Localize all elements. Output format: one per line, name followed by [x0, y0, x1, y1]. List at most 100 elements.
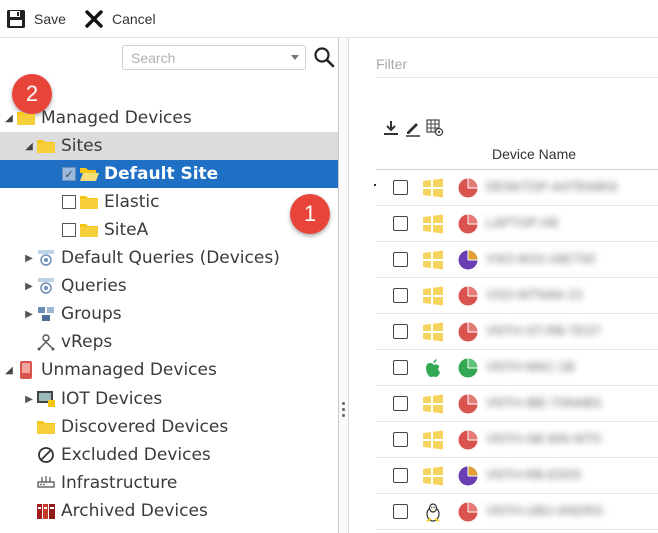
search-input[interactable] — [123, 46, 283, 69]
row-checkbox[interactable] — [393, 468, 408, 483]
device-name-cell[interactable]: VNTH-IBE-T0NABS — [486, 395, 636, 413]
column-settings-icon[interactable] — [426, 119, 444, 137]
tree-node-infrastructure[interactable]: Infrastructure — [0, 469, 338, 497]
tree-label: Sites — [61, 136, 103, 156]
unmanaged-device-icon — [16, 361, 36, 379]
prohibited-icon — [36, 446, 56, 464]
search-icon[interactable] — [313, 46, 335, 68]
device-row[interactable]: DESKTOP-A4TRA9K6 — [374, 170, 658, 206]
expand-arrow-icon[interactable] — [22, 281, 36, 292]
callout-badge-1: 1 — [290, 194, 330, 234]
device-row[interactable]: VNTH-MAC-1B — [376, 350, 658, 386]
query-icon — [36, 277, 56, 295]
search-box[interactable] — [122, 45, 306, 70]
device-row[interactable]: LAPTOP-H8 — [376, 206, 658, 242]
status-pie-icon — [458, 322, 478, 342]
download-icon[interactable] — [382, 119, 400, 137]
device-row[interactable]: VNTH-UBU-ANDRS — [376, 494, 658, 530]
tree-label: Elastic — [104, 192, 160, 212]
tree-node-queries[interactable]: Queries — [0, 272, 338, 300]
floppy-disk-icon — [7, 10, 25, 28]
tree-node-discovered-devices[interactable]: Discovered Devices — [0, 413, 338, 441]
windows-logo-icon — [422, 430, 444, 450]
folder-icon — [36, 418, 56, 436]
collapse-arrow-icon[interactable] — [2, 113, 16, 124]
tree-node-unmanaged-devices[interactable]: Unmanaged Devices — [0, 356, 338, 384]
tree-label: Excluded Devices — [61, 445, 211, 465]
device-row[interactable]: VNTH-IBE-T0NABS — [376, 386, 658, 422]
tree-label: IOT Devices — [61, 389, 163, 409]
device-row[interactable]: VSO-W10-16E7S0 — [376, 242, 658, 278]
cancel-label: Cancel — [112, 11, 156, 27]
pane-splitter[interactable] — [339, 38, 349, 533]
column-header-row: Device Name — [376, 140, 658, 170]
splitter-grip-icon[interactable] — [342, 402, 346, 420]
cancel-button[interactable]: Cancel — [84, 0, 156, 38]
device-name-cell[interactable]: VNTH-ST-RB-TEST — [486, 323, 636, 341]
row-checkbox[interactable] — [393, 504, 408, 519]
device-name-cell[interactable]: VNTH-RB-ED03 — [486, 467, 636, 485]
save-button[interactable]: Save — [6, 0, 66, 38]
tree-node-sitea[interactable]: SiteA — [0, 216, 338, 244]
expand-arrow-icon[interactable] — [22, 309, 36, 320]
status-pie-icon — [458, 250, 478, 270]
navigation-pane: 2 Managed Devices Sites ✓ — [0, 38, 339, 533]
device-name-cell[interactable]: VNTH-SB-WN-WT0 — [486, 431, 636, 449]
expand-arrow-icon[interactable] — [22, 253, 36, 264]
row-checkbox[interactable] — [393, 180, 408, 195]
device-name-cell[interactable]: VNTH-UBU-ANDRS — [486, 503, 636, 521]
row-checkbox[interactable] — [393, 288, 408, 303]
collapse-arrow-icon[interactable] — [2, 365, 16, 376]
folder-icon — [79, 221, 99, 239]
filter-input[interactable] — [376, 50, 658, 78]
row-checkbox[interactable] — [393, 252, 408, 267]
tree-node-default-site[interactable]: ✓ Default Site — [0, 160, 338, 188]
status-pie-icon — [458, 502, 478, 522]
row-marker — [374, 184, 376, 186]
device-name-cell[interactable]: VSO-W10-16E7S0 — [486, 251, 636, 269]
device-row[interactable]: VNTH-SB-WN-WT0 — [376, 422, 658, 458]
tree-node-groups[interactable]: Groups — [0, 300, 338, 328]
device-name-cell[interactable]: VNTH-MAC-1B — [486, 359, 636, 377]
search-dropdown-icon[interactable] — [291, 55, 299, 60]
edit-icon[interactable] — [404, 119, 422, 137]
row-checkbox[interactable] — [393, 324, 408, 339]
tree-label: Default Site — [104, 164, 219, 184]
device-row[interactable]: VNTH-RB-ED03 — [376, 458, 658, 494]
status-pie-icon — [458, 178, 478, 198]
device-row[interactable]: VSO-WTNAK-21 — [376, 278, 658, 314]
tree-node-iot-devices[interactable]: IOT Devices — [0, 385, 338, 413]
row-checkbox[interactable] — [393, 396, 408, 411]
tree-node-sites[interactable]: Sites — [0, 132, 338, 160]
collapse-arrow-icon[interactable] — [22, 141, 36, 152]
tree-node-default-queries[interactable]: Default Queries (Devices) — [0, 244, 338, 272]
site-checkbox[interactable] — [62, 195, 76, 209]
tree-label: Managed Devices — [41, 108, 192, 128]
network-icon — [36, 474, 56, 492]
save-label: Save — [34, 11, 66, 27]
apple-logo-icon — [422, 358, 444, 378]
site-checkbox[interactable]: ✓ — [62, 167, 76, 181]
folder-icon — [79, 193, 99, 211]
device-name-cell[interactable]: LAPTOP-H8 — [486, 215, 636, 233]
device-name-cell[interactable]: VSO-WTNAK-21 — [486, 287, 636, 305]
query-icon — [36, 249, 56, 267]
column-header-device-name[interactable]: Device Name — [492, 146, 576, 162]
status-pie-icon — [458, 394, 478, 414]
windows-logo-icon — [422, 214, 444, 234]
device-name-cell[interactable]: DESKTOP-A4TRA9K6 — [486, 179, 636, 197]
status-pie-icon — [458, 358, 478, 378]
device-row[interactable]: VNTH-ST-RB-TEST — [376, 314, 658, 350]
tree-node-vreps[interactable]: vReps — [0, 328, 338, 356]
tree-node-excluded-devices[interactable]: Excluded Devices — [0, 441, 338, 469]
tree-node-elastic[interactable]: Elastic — [0, 188, 338, 216]
tree-node-managed-devices[interactable]: Managed Devices — [0, 104, 338, 132]
row-checkbox[interactable] — [393, 216, 408, 231]
tree-label: vReps — [61, 332, 113, 352]
windows-logo-icon — [422, 322, 444, 342]
row-checkbox[interactable] — [393, 432, 408, 447]
row-checkbox[interactable] — [393, 360, 408, 375]
tree-node-archived-devices[interactable]: Archived Devices — [0, 497, 338, 525]
expand-arrow-icon[interactable] — [22, 394, 36, 405]
site-checkbox[interactable] — [62, 223, 76, 237]
